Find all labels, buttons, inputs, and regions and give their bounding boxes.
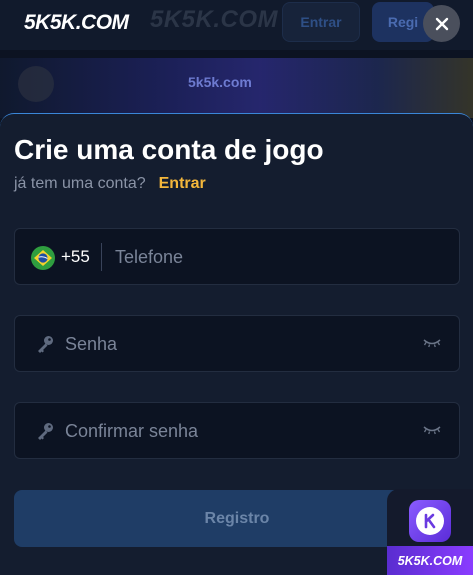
background-ball-image (18, 66, 54, 102)
app-label-strip: 5K5K.COM (387, 546, 473, 575)
app-download-badge[interactable]: 5K5K.COM (387, 489, 473, 575)
phone-input[interactable]: Telefone (115, 247, 183, 268)
key-icon (38, 423, 53, 440)
site-logo[interactable]: 5K5K.COM (24, 11, 129, 35)
k-letter-icon (424, 513, 436, 529)
app-label: 5K5K.COM (397, 553, 463, 568)
field-divider (101, 243, 102, 271)
password-field[interactable]: Senha (14, 315, 460, 372)
close-icon (435, 17, 448, 30)
eye-closed-icon[interactable] (423, 425, 441, 435)
key-icon (38, 336, 53, 353)
country-dial-code[interactable]: +55 (61, 247, 90, 267)
confirm-password-field[interactable]: Confirmar senha (14, 402, 460, 459)
close-button[interactable] (423, 5, 460, 42)
phone-field[interactable]: +55 Telefone (14, 228, 460, 285)
confirm-password-input[interactable]: Confirmar senha (65, 421, 198, 442)
login-prompt: já tem uma conta? Entrar (14, 175, 206, 193)
eye-closed-icon[interactable] (423, 338, 441, 348)
login-link[interactable]: Entrar (159, 175, 206, 193)
form-title: Crie uma conta de jogo (14, 134, 324, 165)
background-enter-button: Entrar (282, 2, 360, 42)
brazil-flag-icon[interactable] (31, 246, 55, 270)
background-banner-text: 5k5k.com (188, 74, 252, 90)
login-prompt-text: já tem uma conta? (14, 175, 146, 192)
password-input[interactable]: Senha (65, 334, 117, 355)
background-site-title: 5K5K.COM (150, 6, 279, 33)
app-logo-icon (416, 507, 444, 535)
app-icon[interactable] (409, 500, 451, 542)
